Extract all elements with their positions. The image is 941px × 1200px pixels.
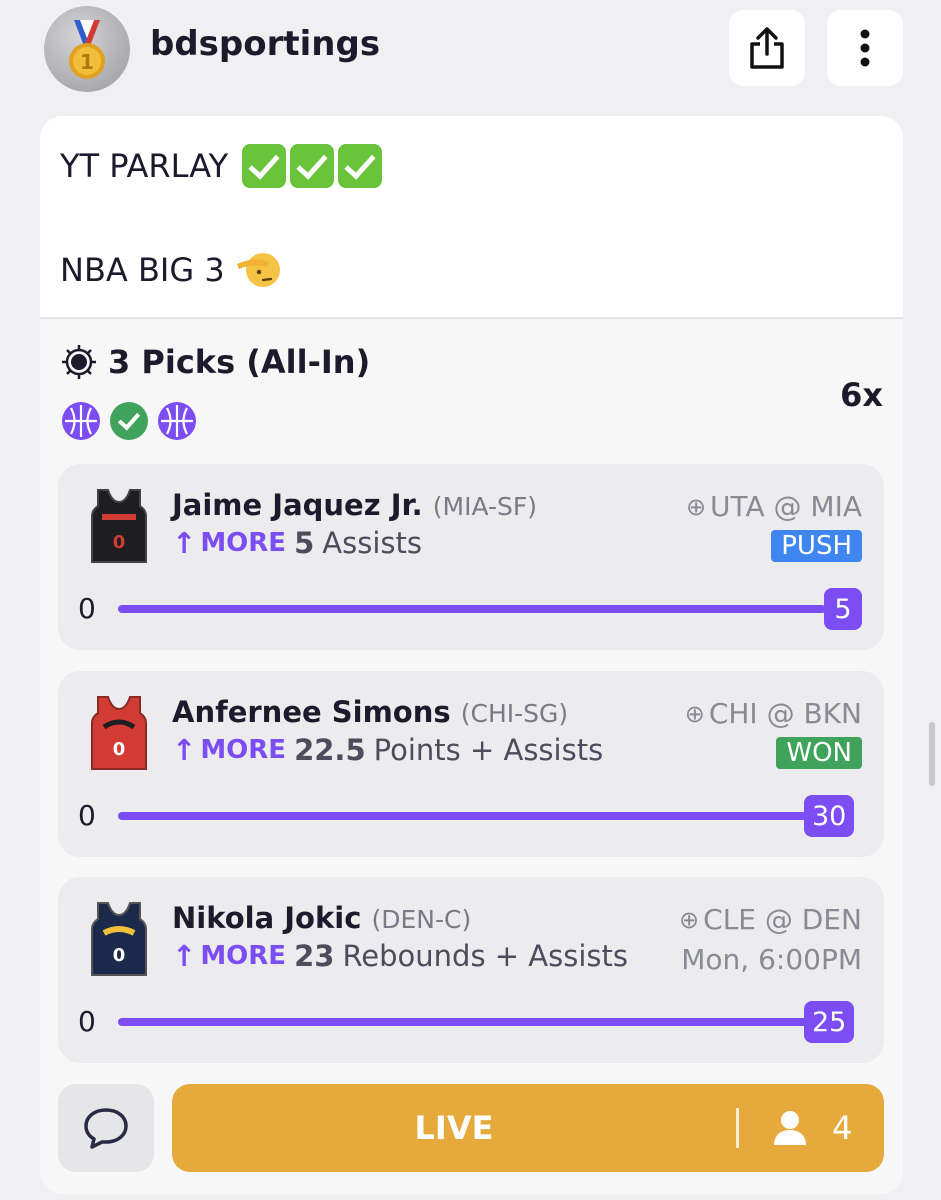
pick-line: ↑ MORE 23 Rebounds + Assists — [172, 939, 628, 973]
progress-bar — [118, 1018, 812, 1026]
pick-direction: MORE — [200, 941, 287, 971]
more-options-button[interactable] — [827, 10, 903, 86]
pick-direction: MORE — [200, 528, 287, 558]
pick-stat: Rebounds + Assists — [342, 939, 628, 973]
live-button[interactable]: LIVE 4 — [172, 1084, 884, 1172]
pick-card[interactable]: 0 Anfernee Simons (CHI-SG) ↑ MORE 22.5 P… — [58, 671, 884, 857]
jersey-icon: 0 — [91, 489, 147, 563]
sun-icon — [62, 345, 96, 379]
check-circle-icon — [110, 402, 148, 440]
player-name-text: Anfernee Simons — [172, 695, 451, 729]
progress-value: 25 — [804, 1001, 855, 1043]
post-caption: YT PARLAY NBA BIG 3 — [40, 116, 903, 319]
chat-button[interactable] — [58, 1084, 154, 1172]
progress-value: 5 — [824, 588, 862, 630]
pick-card[interactable]: 0 Jaime Jaquez Jr. (MIA-SF) ↑ MORE 5 Ass… — [58, 464, 884, 650]
pick-card[interactable]: 0 Nikola Jokic (DEN-C) ↑ MORE 23 Rebound… — [58, 877, 884, 1063]
pick-line-value: 22.5 — [294, 733, 366, 767]
picks-title: 3 Picks (All-In) — [60, 343, 370, 381]
pick-line: ↑ MORE 22.5 Points + Assists — [172, 733, 603, 767]
progress-bar — [118, 812, 812, 820]
username[interactable]: bdsportings — [150, 24, 380, 64]
live-label: LIVE — [414, 1109, 494, 1147]
jersey-icon: 0 — [91, 696, 147, 770]
chat-bubble-icon — [84, 1108, 128, 1149]
saluting-face-icon — [236, 253, 280, 287]
progress-value: 30 — [804, 795, 855, 837]
post-header: 1 bdsportings — [0, 0, 941, 105]
player-position: (CHI-SG) — [460, 699, 569, 728]
player-name: Jaime Jaquez Jr. (MIA-SF) — [172, 488, 537, 522]
matchup: ⊕ CLE @ DEN — [679, 903, 862, 936]
more-vertical-icon — [860, 29, 870, 67]
arrow-up-icon: ↑ — [172, 526, 197, 560]
arrow-up-icon: ↑ — [172, 733, 197, 767]
pick-stat: Points + Assists — [373, 733, 604, 767]
matchup-text: CLE @ DEN — [703, 903, 862, 936]
caption-line-2: NBA BIG 3 — [60, 250, 281, 290]
picks-title-text: 3 Picks (All-In) — [108, 343, 371, 381]
divider — [736, 1108, 739, 1148]
check-box-icon — [338, 144, 383, 188]
player-name: Nikola Jokic (DEN-C) — [172, 901, 471, 935]
player-name-text: Jaime Jaquez Jr. — [172, 488, 423, 522]
player-position: (MIA-SF) — [432, 492, 538, 521]
pick-line-value: 23 — [294, 939, 335, 973]
caption-line-2-text: NBA BIG 3 — [60, 251, 225, 289]
matchup: ⊕ CHI @ BKN — [685, 697, 862, 730]
matchup-text: UTA @ MIA — [710, 490, 862, 523]
game-time: Mon, 6:00PM — [681, 943, 862, 976]
progress-start: 0 — [78, 1005, 96, 1038]
basketball-icon — [158, 402, 196, 440]
first-place-medal-icon: 1 — [69, 20, 105, 79]
pick-line-value: 5 — [294, 526, 315, 560]
svg-text:1: 1 — [80, 50, 94, 74]
share-button[interactable] — [729, 10, 805, 86]
jersey-icon: 0 — [91, 902, 147, 976]
viewer-count: 4 — [772, 1084, 852, 1172]
basketball-icon: ⊕ — [685, 492, 707, 521]
matchup: ⊕ UTA @ MIA — [686, 490, 862, 523]
caption-line-1-text: YT PARLAY — [60, 147, 229, 185]
player-name: Anfernee Simons (CHI-SG) — [172, 695, 568, 729]
viewer-count-text: 4 — [832, 1109, 853, 1147]
svg-text:0: 0 — [113, 532, 126, 553]
pick-stat: Assists — [322, 526, 422, 560]
arrow-up-icon: ↑ — [172, 939, 197, 973]
check-box-icon — [242, 144, 287, 188]
pick-result-badge: PUSH — [771, 530, 862, 562]
matchup-text: CHI @ BKN — [708, 697, 862, 730]
progress-start: 0 — [78, 592, 96, 625]
basketball-icon — [62, 402, 100, 440]
player-name-text: Nikola Jokic — [172, 901, 362, 935]
progress-start: 0 — [78, 799, 96, 832]
svg-text:0: 0 — [113, 739, 126, 760]
progress-bar — [118, 605, 826, 613]
pick-line: ↑ MORE 5 Assists — [172, 526, 422, 560]
basketball-icon: ⊕ — [679, 905, 700, 934]
basketball-icon: ⊕ — [684, 699, 705, 728]
caption-line-1: YT PARLAY — [60, 144, 383, 188]
pick-status-row — [62, 402, 196, 440]
check-boxes — [238, 144, 383, 188]
svg-text:0: 0 — [113, 945, 126, 966]
pick-direction: MORE — [200, 735, 287, 765]
payout-multiplier: 6x — [840, 376, 883, 414]
pick-result-badge: WON — [776, 737, 862, 769]
check-box-icon — [290, 144, 335, 188]
share-icon — [750, 27, 784, 69]
player-position: (DEN-C) — [371, 905, 472, 934]
person-icon — [774, 1111, 806, 1145]
scrollbar[interactable] — [929, 722, 935, 786]
avatar[interactable]: 1 — [44, 6, 130, 92]
